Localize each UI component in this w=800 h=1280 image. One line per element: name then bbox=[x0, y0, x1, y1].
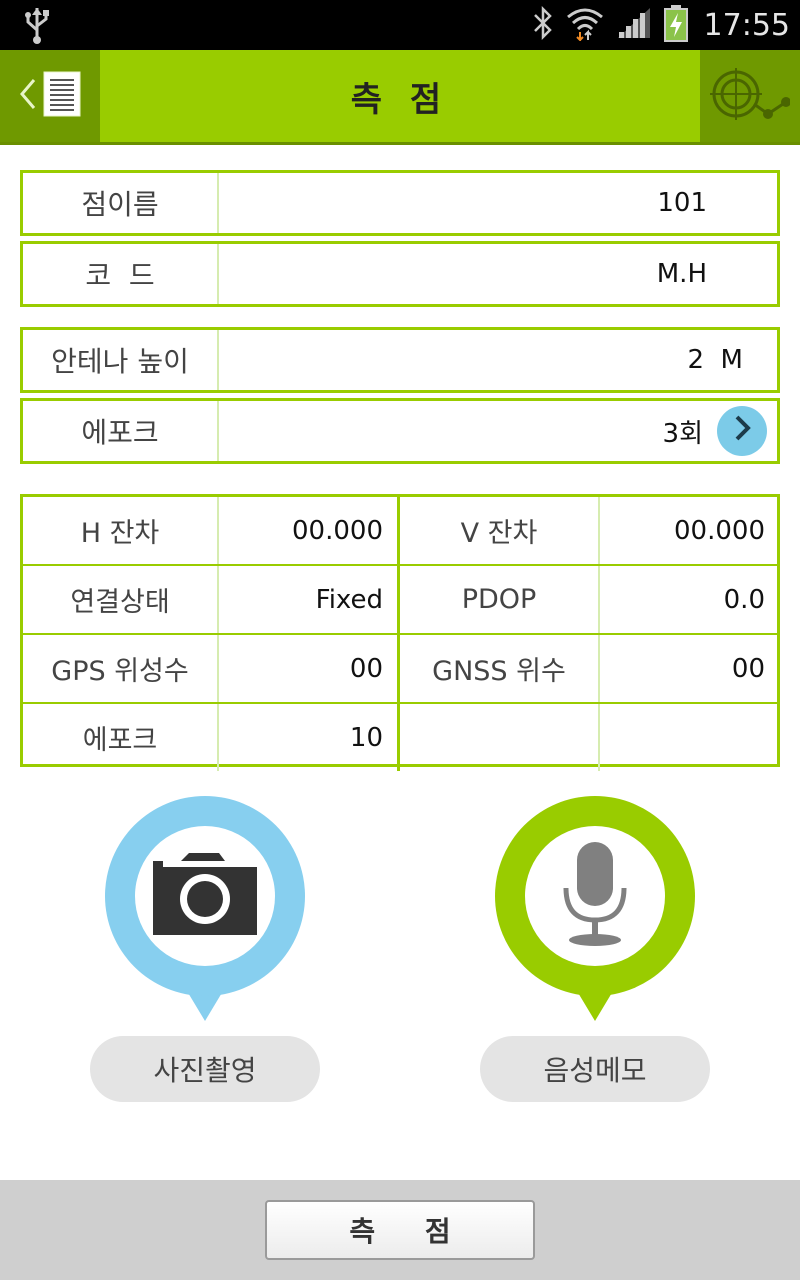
antenna-height-value[interactable]: 2 M bbox=[219, 330, 777, 390]
title-bar: 측 점 bbox=[0, 50, 800, 145]
voice-memo-label-button[interactable]: 음성메모 bbox=[480, 1036, 710, 1102]
table-row: H 잔차 00.000 V 잔차 00.000 bbox=[23, 497, 777, 566]
code-label: 코 드 bbox=[23, 244, 219, 304]
back-button[interactable] bbox=[0, 50, 100, 142]
status-bar: 17:55 bbox=[0, 0, 800, 50]
epoch-value-wrap: 3회 bbox=[219, 401, 777, 461]
chevron-right-icon bbox=[732, 414, 752, 449]
point-name-row[interactable]: 점이름 101 bbox=[20, 170, 780, 236]
usb-icon bbox=[22, 6, 52, 48]
page-title: 측 점 bbox=[350, 79, 450, 120]
crosshair-button[interactable] bbox=[700, 50, 800, 142]
empty-label bbox=[400, 704, 600, 771]
gnss-satellites-label: GNSS 위수 bbox=[400, 635, 600, 702]
table-row: 에포크 10 bbox=[23, 704, 777, 771]
h-residual-label: H 잔차 bbox=[23, 497, 219, 564]
h-residual-value: 00.000 bbox=[219, 497, 400, 564]
v-residual-value: 00.000 bbox=[674, 515, 765, 546]
epoch-select-button[interactable] bbox=[717, 406, 767, 456]
antenna-height-row[interactable]: 안테나 높이 2 M bbox=[20, 327, 780, 393]
connection-status-label: 연결상태 bbox=[23, 566, 219, 633]
epoch-value: 3회 bbox=[662, 418, 703, 449]
epoch-count-value: 10 bbox=[219, 704, 400, 771]
v-residual-label: V 잔차 bbox=[400, 497, 600, 564]
epoch-row[interactable]: 에포크 3회 bbox=[20, 398, 780, 464]
measure-button[interactable]: 측 점 bbox=[265, 1200, 535, 1260]
point-name-label: 점이름 bbox=[23, 173, 219, 233]
connection-status-value: Fixed bbox=[219, 566, 400, 633]
gnss-satellites-value: 00 bbox=[731, 653, 765, 684]
code-row[interactable]: 코 드 M.H bbox=[20, 241, 780, 307]
gps-satellites-value: 00 bbox=[219, 635, 400, 702]
epoch-count-label: 에포크 bbox=[23, 704, 219, 771]
table-row: 연결상태 Fixed PDOP 0.0 bbox=[23, 566, 777, 635]
list-icon bbox=[43, 71, 81, 121]
voice-memo-button[interactable] bbox=[495, 796, 695, 1026]
epoch-label: 에포크 bbox=[23, 401, 219, 461]
antenna-height-label: 안테나 높이 bbox=[23, 330, 219, 390]
crosshair-icon bbox=[710, 64, 791, 128]
back-chevron-icon bbox=[19, 77, 37, 115]
camera-icon bbox=[153, 853, 257, 939]
battery-charging-icon bbox=[663, 4, 688, 46]
pdop-value: 0.0 bbox=[723, 584, 765, 615]
empty-value bbox=[600, 704, 777, 771]
status-table: H 잔차 00.000 V 잔차 00.000 연결상태 Fixed PDOP … bbox=[20, 494, 780, 771]
table-row: GPS 위성수 00 GNSS 위수 00 bbox=[23, 635, 777, 704]
point-name-value[interactable]: 101 bbox=[219, 173, 777, 233]
bluetooth-icon bbox=[532, 5, 554, 44]
code-value[interactable]: M.H bbox=[219, 244, 777, 304]
photo-button[interactable] bbox=[105, 796, 305, 1026]
gps-satellites-label: GPS 위성수 bbox=[23, 635, 219, 702]
signal-icon bbox=[616, 6, 652, 44]
wifi-icon bbox=[566, 5, 604, 45]
clock: 17:55 bbox=[703, 7, 790, 43]
microphone-icon bbox=[560, 842, 630, 950]
photo-label-button[interactable]: 사진촬영 bbox=[90, 1036, 320, 1102]
pdop-label: PDOP bbox=[400, 566, 600, 633]
